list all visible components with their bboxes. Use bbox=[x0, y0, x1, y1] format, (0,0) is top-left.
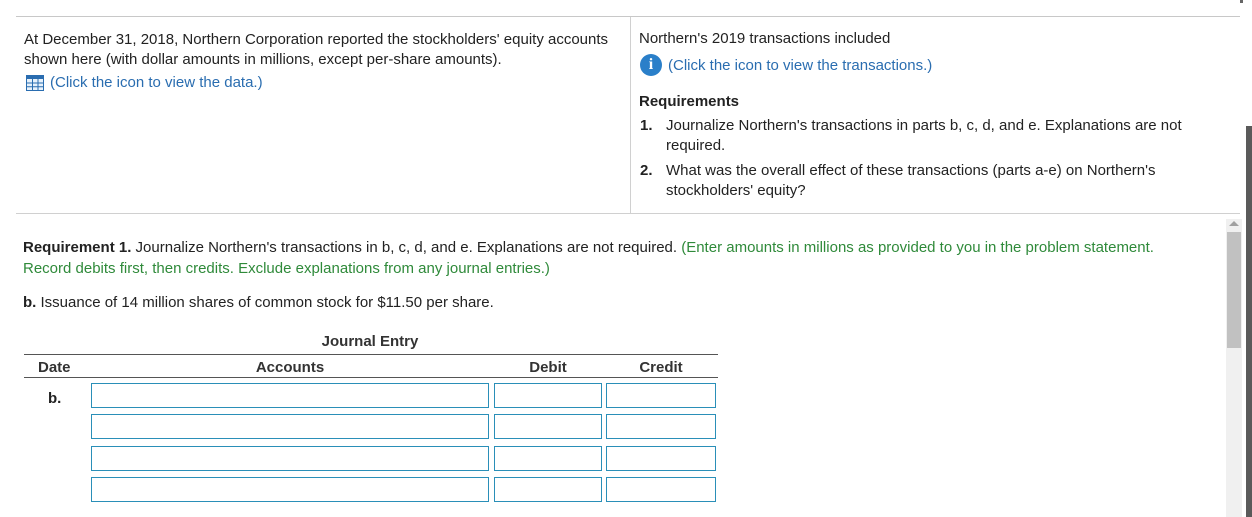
credit-input[interactable] bbox=[606, 414, 716, 439]
section-divider bbox=[16, 213, 1240, 214]
column-header-accounts: Accounts bbox=[255, 359, 325, 376]
info-icon[interactable]: i bbox=[640, 54, 662, 76]
view-data-link[interactable]: (Click the icon to view the data.) bbox=[26, 74, 263, 91]
transactions-heading: Northern's 2019 transactions included bbox=[639, 30, 891, 47]
journal-header-rule-bottom bbox=[24, 377, 718, 378]
debit-input[interactable] bbox=[494, 446, 602, 471]
requirements-list: 1. Journalize Northern's transactions in… bbox=[640, 116, 1230, 206]
part-b-prompt: b. Issuance of 14 million shares of comm… bbox=[23, 294, 494, 311]
scrollbar-thumb[interactable] bbox=[1227, 232, 1241, 348]
outer-scrollbar[interactable] bbox=[1246, 126, 1252, 517]
requirement-number: 2. bbox=[640, 162, 653, 179]
window-corner-mark bbox=[1240, 0, 1243, 3]
view-transactions-link[interactable]: i (Click the icon to view the transactio… bbox=[640, 54, 932, 76]
credit-input[interactable] bbox=[606, 383, 716, 408]
table-grid-icon[interactable] bbox=[26, 74, 44, 91]
account-input[interactable] bbox=[91, 383, 489, 408]
requirement-text: Journalize Northern's transactions in pa… bbox=[666, 117, 1182, 154]
requirements-title: Requirements bbox=[639, 93, 740, 110]
requirement-1-label: Requirement 1. bbox=[23, 239, 132, 256]
account-input[interactable] bbox=[91, 477, 489, 502]
account-input[interactable] bbox=[91, 414, 489, 439]
intro-text: At December 31, 2018, Northern Corporati… bbox=[24, 31, 609, 68]
journal-entry-title: Journal Entry bbox=[321, 333, 419, 350]
credit-input[interactable] bbox=[606, 446, 716, 471]
requirement-text: What was the overall effect of these tra… bbox=[666, 162, 1156, 199]
debit-input[interactable] bbox=[494, 414, 602, 439]
credit-input[interactable] bbox=[606, 477, 716, 502]
journal-header-rule-top bbox=[24, 354, 718, 355]
requirement-item: 1. Journalize Northern's transactions in… bbox=[640, 116, 1230, 156]
part-b-text: Issuance of 14 million shares of common … bbox=[36, 294, 494, 311]
requirement-1-prompt: Requirement 1. Journalize Northern's tra… bbox=[23, 237, 1203, 279]
scroll-up-arrow-icon[interactable] bbox=[1229, 221, 1239, 226]
view-transactions-link-text[interactable]: (Click the icon to view the transactions… bbox=[668, 57, 932, 74]
column-divider bbox=[630, 17, 631, 213]
column-header-credit: Credit bbox=[639, 359, 683, 376]
entry-date-label: b. bbox=[48, 390, 62, 407]
debit-input[interactable] bbox=[494, 383, 602, 408]
requirement-1-text: Journalize Northern's transactions in b,… bbox=[131, 239, 682, 256]
top-divider bbox=[16, 16, 1240, 17]
debit-input[interactable] bbox=[494, 477, 602, 502]
account-input[interactable] bbox=[91, 446, 489, 471]
requirement-item: 2. What was the overall effect of these … bbox=[640, 161, 1230, 201]
view-data-link-text[interactable]: (Click the icon to view the data.) bbox=[50, 74, 263, 91]
part-b-label: b. bbox=[23, 294, 37, 311]
column-header-debit: Debit bbox=[529, 359, 567, 376]
column-header-date: Date bbox=[38, 359, 71, 376]
requirement-number: 1. bbox=[640, 117, 653, 134]
